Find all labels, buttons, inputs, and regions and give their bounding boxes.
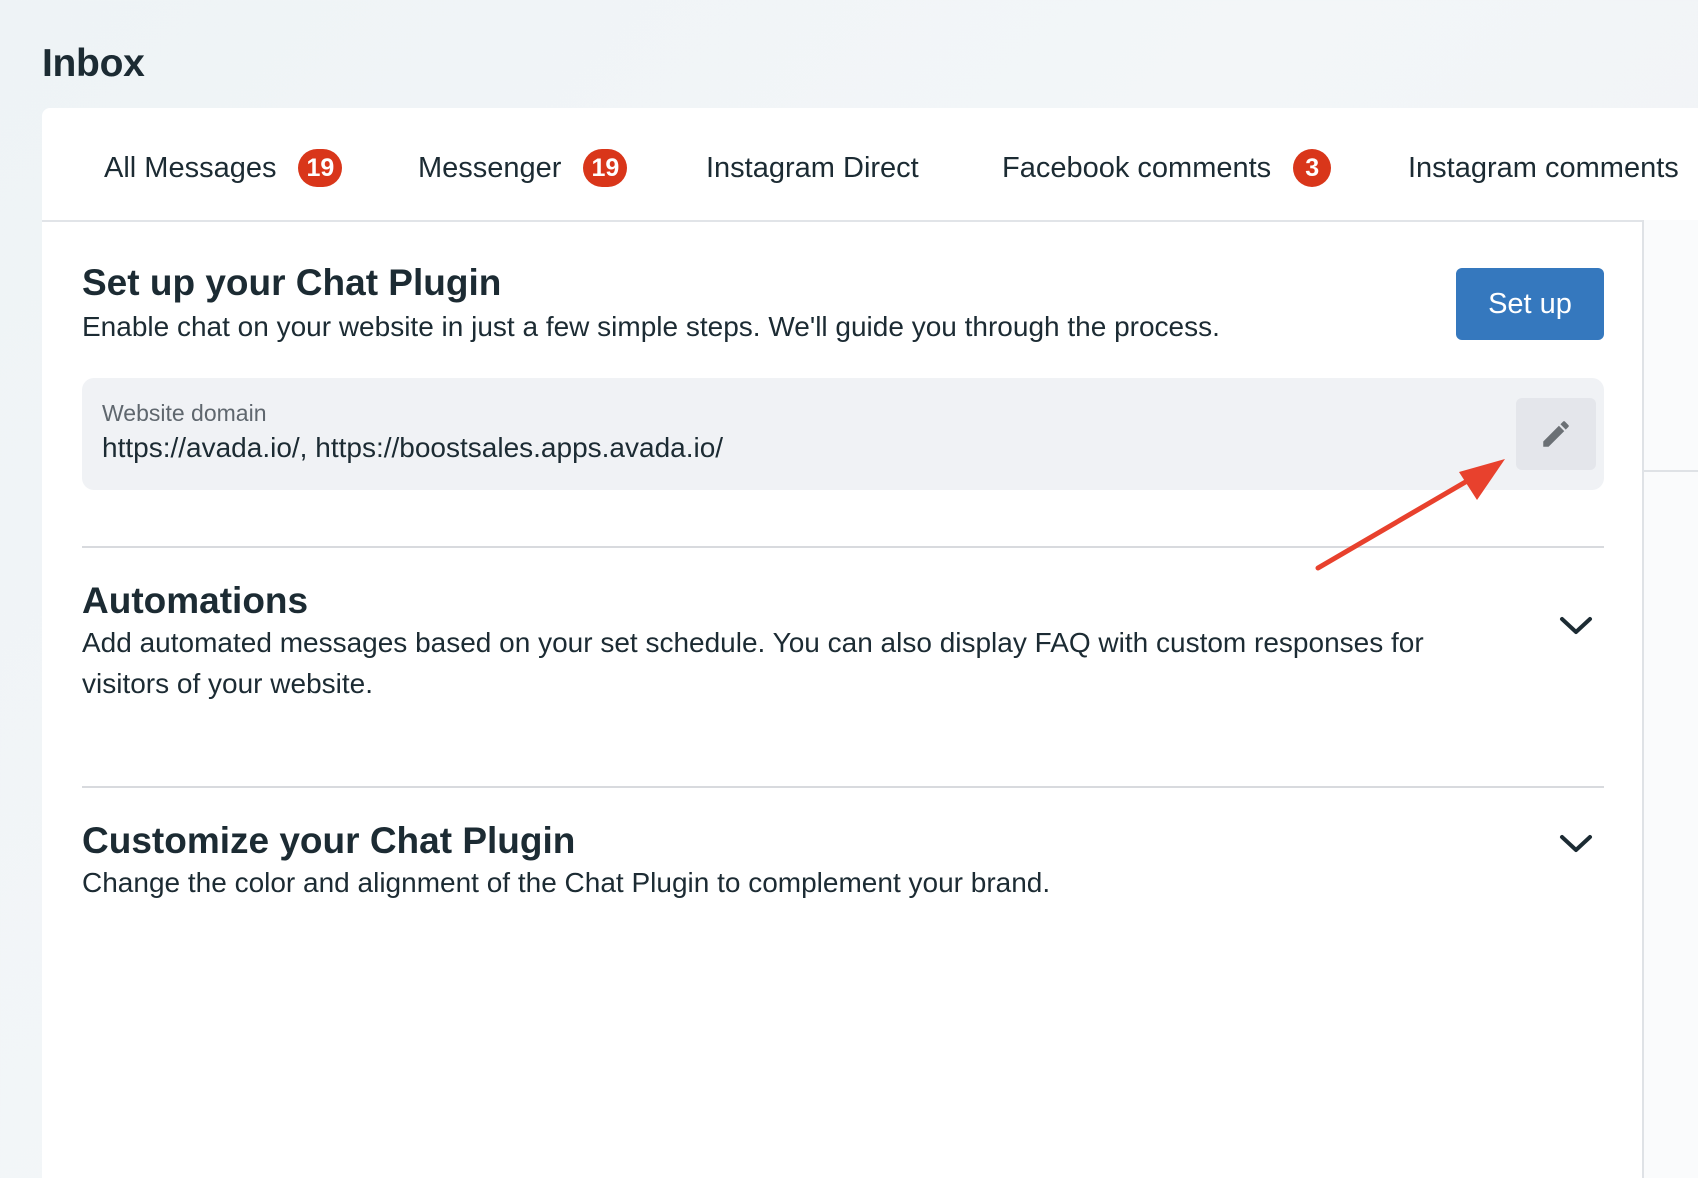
chevron-down-icon bbox=[1560, 835, 1592, 852]
panel-divider bbox=[1644, 470, 1698, 472]
page-title: Inbox bbox=[42, 42, 145, 86]
edit-domain-button[interactable] bbox=[1516, 398, 1596, 470]
customize-expand-button[interactable] bbox=[1556, 824, 1596, 864]
customize-section-title: Customize your Chat Plugin bbox=[82, 820, 576, 861]
chevron-down-icon bbox=[1560, 617, 1592, 634]
website-domain-value: https://avada.io/, https://boostsales.ap… bbox=[102, 432, 724, 463]
tab-label: Messenger bbox=[418, 151, 562, 184]
tabs-bar: All Messages 19 Messenger 19 Instagram D… bbox=[42, 108, 1698, 222]
automations-section-description: Add automated messages based on your set… bbox=[82, 627, 1424, 699]
tab-label: All Messages bbox=[104, 151, 277, 184]
section-divider bbox=[82, 546, 1604, 548]
tab-label: Instagram Direct bbox=[706, 151, 919, 184]
setup-section-description: Enable chat on your website in just a fe… bbox=[82, 311, 1220, 342]
unread-count-badge: 19 bbox=[298, 149, 343, 187]
tab-facebook-comments[interactable]: Facebook comments 3 bbox=[1002, 146, 1332, 190]
section-divider bbox=[82, 786, 1604, 788]
tab-all-messages[interactable]: All Messages 19 bbox=[104, 146, 343, 190]
inbox-card: All Messages 19 Messenger 19 Instagram D… bbox=[42, 108, 1698, 1178]
unread-count-badge: 19 bbox=[583, 149, 628, 187]
pencil-icon bbox=[1543, 421, 1569, 447]
tab-label: Instagram comments bbox=[1408, 151, 1679, 184]
website-domain-field: Website domain https://avada.io/, https:… bbox=[82, 378, 1604, 490]
unread-count-badge: 3 bbox=[1293, 149, 1332, 187]
website-domain-label: Website domain bbox=[102, 400, 267, 426]
set-up-button[interactable]: Set up bbox=[1456, 268, 1604, 340]
customize-section-description: Change the color and alignment of the Ch… bbox=[82, 867, 1051, 898]
tab-instagram-comments[interactable]: Instagram comments bbox=[1408, 146, 1679, 190]
automations-expand-button[interactable] bbox=[1556, 606, 1596, 646]
setup-section-title: Set up your Chat Plugin bbox=[82, 262, 502, 303]
right-side-panel bbox=[1642, 220, 1698, 1178]
tab-instagram-direct[interactable]: Instagram Direct bbox=[706, 146, 919, 190]
tab-label: Facebook comments bbox=[1002, 151, 1272, 184]
tab-messenger[interactable]: Messenger 19 bbox=[418, 146, 628, 190]
automations-section-title: Automations bbox=[82, 580, 309, 621]
